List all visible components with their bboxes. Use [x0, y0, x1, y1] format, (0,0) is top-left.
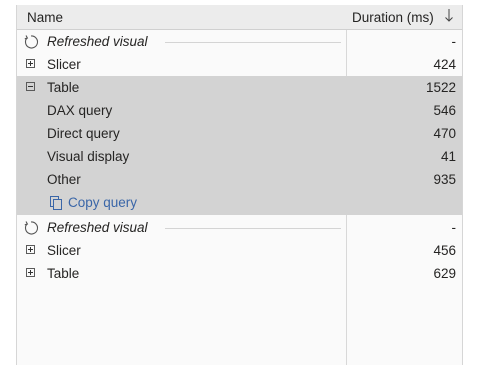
expand-icon[interactable]	[26, 268, 35, 277]
refresh-icon	[24, 221, 39, 235]
collapse-icon[interactable]	[26, 82, 35, 91]
visual-display-row: Visual display 41	[17, 145, 462, 168]
row-label: Direct query	[47, 126, 120, 141]
row-duration: 629	[433, 266, 456, 281]
dax-query-row: DAX query 546	[17, 99, 462, 122]
row-label: Refreshed visual	[47, 220, 148, 235]
other-row: Other 935	[17, 168, 462, 191]
direct-query-row: Direct query 470	[17, 122, 462, 145]
row-label: Table	[47, 80, 80, 95]
table-header: Name Duration (ms)	[17, 5, 462, 30]
refreshed-visual-row[interactable]: Refreshed visual -	[17, 216, 462, 239]
separator-line	[165, 228, 341, 229]
copy-icon[interactable]	[49, 195, 63, 211]
row-label: Slicer	[47, 243, 81, 258]
row-label: Refreshed visual	[47, 34, 148, 49]
row-duration: 41	[440, 149, 456, 164]
row-duration: 546	[433, 103, 456, 118]
separator-line	[165, 42, 341, 43]
copy-query-row: Copy query	[17, 191, 462, 215]
name-column-header[interactable]: Name	[27, 10, 63, 25]
row-duration: 456	[433, 243, 456, 258]
slicer-row[interactable]: Slicer 424	[17, 53, 462, 76]
table-row[interactable]: Table 629	[17, 262, 462, 285]
copy-query-link[interactable]: Copy query	[68, 195, 137, 210]
slicer-row[interactable]: Slicer 456	[17, 239, 462, 262]
arrow-down-icon[interactable]	[442, 5, 456, 27]
row-label: Table	[47, 266, 80, 281]
refresh-icon	[24, 35, 39, 49]
row-label: Other	[47, 172, 81, 187]
expand-icon[interactable]	[26, 245, 35, 254]
row-duration: -	[451, 220, 457, 235]
expand-icon[interactable]	[26, 59, 35, 68]
performance-analyzer-panel: Name Duration (ms) Refreshed visual - Sl…	[16, 5, 463, 365]
table-row-expanded[interactable]: Table 1522	[17, 76, 462, 99]
row-label: Visual display	[47, 149, 130, 164]
duration-column-header[interactable]: Duration (ms)	[352, 10, 434, 25]
row-duration: -	[451, 34, 457, 49]
row-duration: 1522	[425, 80, 456, 95]
row-duration: 424	[433, 57, 456, 72]
refreshed-visual-row[interactable]: Refreshed visual -	[17, 30, 462, 53]
row-duration: 935	[433, 172, 456, 187]
row-label: DAX query	[47, 103, 113, 118]
row-label: Slicer	[47, 57, 81, 72]
row-duration: 470	[433, 126, 456, 141]
